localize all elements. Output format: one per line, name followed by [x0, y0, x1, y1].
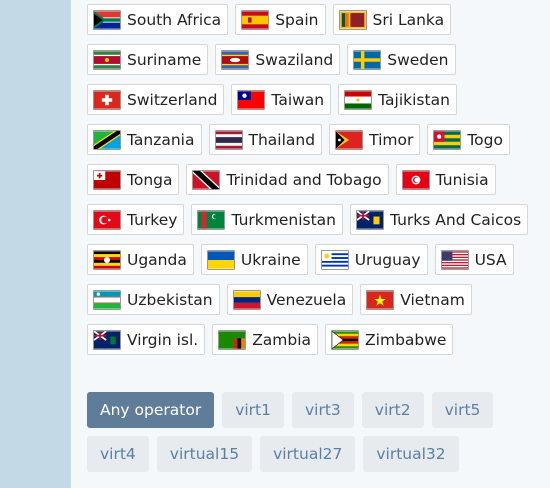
country-button[interactable]: Tunisia [395, 164, 496, 195]
country-label: Tanzania [127, 130, 195, 149]
country-label: Spain [275, 10, 319, 29]
country-button[interactable]: Virgin isl. [87, 324, 206, 355]
taiwan-flag-icon [237, 89, 266, 110]
togo-flag-icon [433, 129, 462, 150]
zimbabwe-flag-icon [331, 329, 360, 350]
suriname-flag-icon [93, 49, 121, 70]
country-button[interactable]: Suriname [87, 44, 209, 75]
country-button[interactable]: Ukraine [200, 244, 308, 275]
country-button[interactable]: Swaziland [215, 44, 341, 75]
country-label: Ukraine [240, 250, 301, 269]
turkey-flag-icon [93, 209, 121, 230]
country-label: USA [474, 250, 507, 269]
operator-button[interactable]: virt3 [292, 392, 354, 428]
country-button[interactable]: Timor [329, 124, 421, 155]
operator-button[interactable]: virt5 [431, 392, 494, 428]
country-label: Zambia [252, 330, 312, 349]
tonga-flag-icon [93, 169, 121, 190]
ukraine-flag-icon [206, 249, 235, 270]
country-button[interactable]: Zambia [212, 324, 319, 355]
swaziland-flag-icon [221, 49, 250, 70]
country-label: Virgin isl. [127, 330, 199, 349]
sri-lanka-flag-icon [338, 9, 367, 30]
country-label: Venezuela [266, 290, 347, 309]
operator-button[interactable]: virt4 [87, 436, 149, 472]
country-button[interactable]: Venezuela [226, 284, 354, 315]
country-button[interactable]: Turks And Caicos [349, 204, 529, 235]
country-button[interactable]: Togo [427, 124, 510, 155]
country-button[interactable]: USA [434, 244, 514, 275]
vietnam-flag-icon [366, 289, 395, 310]
zambia-flag-icon [218, 329, 247, 350]
tunisia-flag-icon [401, 169, 430, 190]
country-label: Sweden [387, 50, 449, 69]
country-label: Suriname [127, 50, 202, 69]
country-button[interactable]: Tanzania [87, 124, 202, 155]
country-label: Turkmenistan [231, 210, 336, 229]
operator-list: Any operator virt1 virt3 virt2 virt5 vir… [87, 392, 537, 472]
south-africa-flag-icon [93, 9, 121, 30]
country-label: Switzerland [127, 90, 218, 109]
country-button[interactable]: Sri Lanka [332, 4, 452, 35]
country-button[interactable]: South Africa [87, 4, 229, 35]
country-label: Timor [369, 130, 414, 149]
thailand-flag-icon [214, 129, 243, 150]
country-button[interactable]: Taiwan [231, 84, 332, 115]
country-label: Tunisia [435, 170, 489, 189]
country-button[interactable]: Vietnam [360, 284, 472, 315]
country-list: South Africa Spain Sri Lanka Suriname Sw… [87, 4, 537, 355]
country-label: Vietnam [400, 290, 465, 309]
spain-flag-icon [241, 9, 270, 30]
turks-and-caicos-flag-icon [355, 209, 384, 230]
country-label: Togo [467, 130, 503, 149]
country-label: Uganda [127, 250, 187, 269]
country-label: Taiwan [271, 90, 325, 109]
country-button[interactable]: Switzerland [87, 84, 225, 115]
operator-button[interactable]: virt1 [222, 392, 284, 428]
country-label: Tonga [127, 170, 173, 189]
country-button[interactable]: Zimbabwe [325, 324, 454, 355]
uzbekistan-flag-icon [93, 289, 121, 310]
country-button[interactable]: Thailand [208, 124, 323, 155]
timor-flag-icon [335, 129, 364, 150]
operator-button[interactable]: virtual32 [363, 436, 459, 472]
switzerland-flag-icon [93, 89, 121, 110]
country-button[interactable]: Turkmenistan [191, 204, 343, 235]
tajikistan-flag-icon [344, 89, 373, 110]
country-label: Turks And Caicos [389, 210, 522, 229]
turkmenistan-flag-icon [197, 209, 226, 230]
country-label: South Africa [127, 10, 222, 29]
country-label: Swaziland [255, 50, 334, 69]
country-label: Thailand [248, 130, 316, 149]
country-label: Tajikistan [378, 90, 450, 109]
country-button[interactable]: Tajikistan [338, 84, 457, 115]
country-button[interactable]: Uruguay [314, 244, 428, 275]
country-label: Uruguay [354, 250, 421, 269]
usa-flag-icon [440, 249, 469, 270]
country-button[interactable]: Turkey [87, 204, 185, 235]
tanzania-flag-icon [93, 129, 121, 150]
virgin-islands-flag-icon [93, 329, 121, 350]
operator-button[interactable]: virtual15 [156, 436, 253, 472]
country-button[interactable]: Tonga [87, 164, 180, 195]
country-button[interactable]: Uzbekistan [87, 284, 220, 315]
country-button[interactable]: Uganda [87, 244, 194, 275]
country-label: Sri Lanka [372, 10, 445, 29]
uganda-flag-icon [93, 249, 121, 270]
country-label: Uzbekistan [127, 290, 213, 309]
operator-button-any[interactable]: Any operator [87, 392, 215, 428]
trinidad-and-tobago-flag-icon [192, 169, 221, 190]
uruguay-flag-icon [320, 249, 349, 270]
operator-button[interactable]: virtual27 [260, 436, 356, 472]
country-button[interactable]: Spain [235, 4, 326, 35]
country-label: Turkey [127, 210, 178, 229]
country-label: Trinidad and Tobago [226, 170, 382, 189]
sweden-flag-icon [353, 49, 382, 70]
operator-button[interactable]: virt2 [361, 392, 424, 428]
country-label: Zimbabwe [365, 330, 447, 349]
country-button[interactable]: Sweden [347, 44, 456, 75]
country-button[interactable]: Trinidad and Tobago [186, 164, 389, 195]
venezuela-flag-icon [232, 289, 261, 310]
